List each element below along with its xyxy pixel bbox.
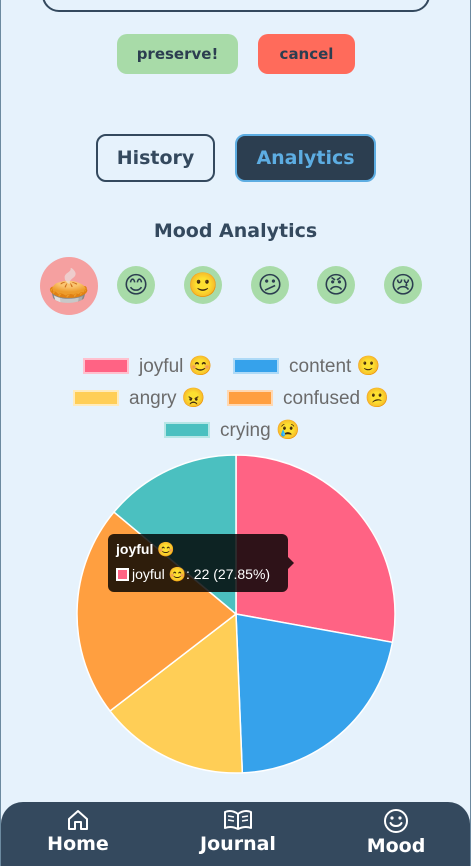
crying-face-icon: 😢: [390, 271, 416, 299]
chart-tooltip: joyful 😊 joyful 😊: 22 (27.85%): [108, 534, 294, 592]
tooltip-title: joyful 😊: [116, 541, 175, 557]
legend-swatch: [233, 358, 279, 374]
legend-item-confused[interactable]: confused 😕: [227, 386, 389, 410]
legend-label: crying 😢: [220, 420, 300, 441]
nav-label: Mood: [366, 835, 426, 857]
legend-label: joyful 😊: [139, 356, 213, 377]
mood-filter-all[interactable]: 🥧: [40, 257, 98, 315]
mood-filter-content[interactable]: 🙂: [184, 266, 222, 304]
section-title: Mood Analytics: [153, 220, 318, 242]
legend-label: angry 😠: [129, 388, 206, 409]
nav-label: Journal: [200, 833, 276, 855]
smile-icon: [384, 809, 408, 833]
tab-history[interactable]: History: [96, 134, 215, 182]
nav-label: Home: [47, 833, 109, 855]
smiling-face-icon: 😊: [123, 271, 149, 299]
legend-swatch: [83, 358, 129, 374]
slight-smile-icon: 🙂: [188, 271, 218, 299]
nav-mood[interactable]: Mood: [349, 802, 443, 866]
nav-home[interactable]: Home: [31, 802, 125, 866]
legend-swatch: [73, 390, 119, 406]
bottom-navigation: Home Journal Mood: [1, 802, 470, 866]
legend-swatch: [164, 422, 210, 438]
nav-journal[interactable]: Journal: [191, 802, 285, 866]
mood-filter-crying[interactable]: 😢: [384, 266, 422, 304]
tab-analytics[interactable]: Analytics: [235, 134, 376, 182]
book-icon: [224, 809, 252, 830]
legend-item-angry[interactable]: angry 😠: [73, 386, 205, 410]
legend-item-content[interactable]: content 🙂: [233, 354, 380, 378]
pie-slice-1[interactable]: [235, 613, 394, 774]
legend-item-crying[interactable]: crying 😢: [164, 418, 300, 442]
pie-emoji-icon: 🥧: [47, 266, 91, 306]
mood-filter-angry[interactable]: 😠: [317, 266, 355, 304]
tooltip-body-row: joyful 😊: 22 (27.85%): [116, 566, 270, 583]
tooltip-body: joyful 😊: 22 (27.85%): [132, 566, 271, 582]
tooltip-caret: [288, 557, 294, 569]
angry-face-icon: 😠: [323, 271, 349, 299]
mood-filter-confused[interactable]: 😕: [251, 266, 289, 304]
journal-entry-input[interactable]: [42, 0, 430, 12]
preserve-button[interactable]: preserve!: [117, 34, 238, 74]
legend-swatch: [227, 390, 273, 406]
legend-label: content 🙂: [289, 356, 381, 377]
confused-face-icon: 😕: [257, 271, 283, 299]
tooltip-swatch: [116, 568, 129, 581]
mood-filter-joyful[interactable]: 😊: [117, 266, 155, 304]
mood-pie-chart[interactable]: [0, 440, 471, 785]
mood-filter-row: 🥧 😊 🙂 😕 😠 😢: [0, 257, 471, 315]
legend-item-joyful[interactable]: joyful 😊: [83, 354, 212, 378]
home-icon: [68, 810, 88, 830]
legend-label: confused 😕: [283, 388, 390, 409]
cancel-button[interactable]: cancel: [258, 34, 355, 74]
